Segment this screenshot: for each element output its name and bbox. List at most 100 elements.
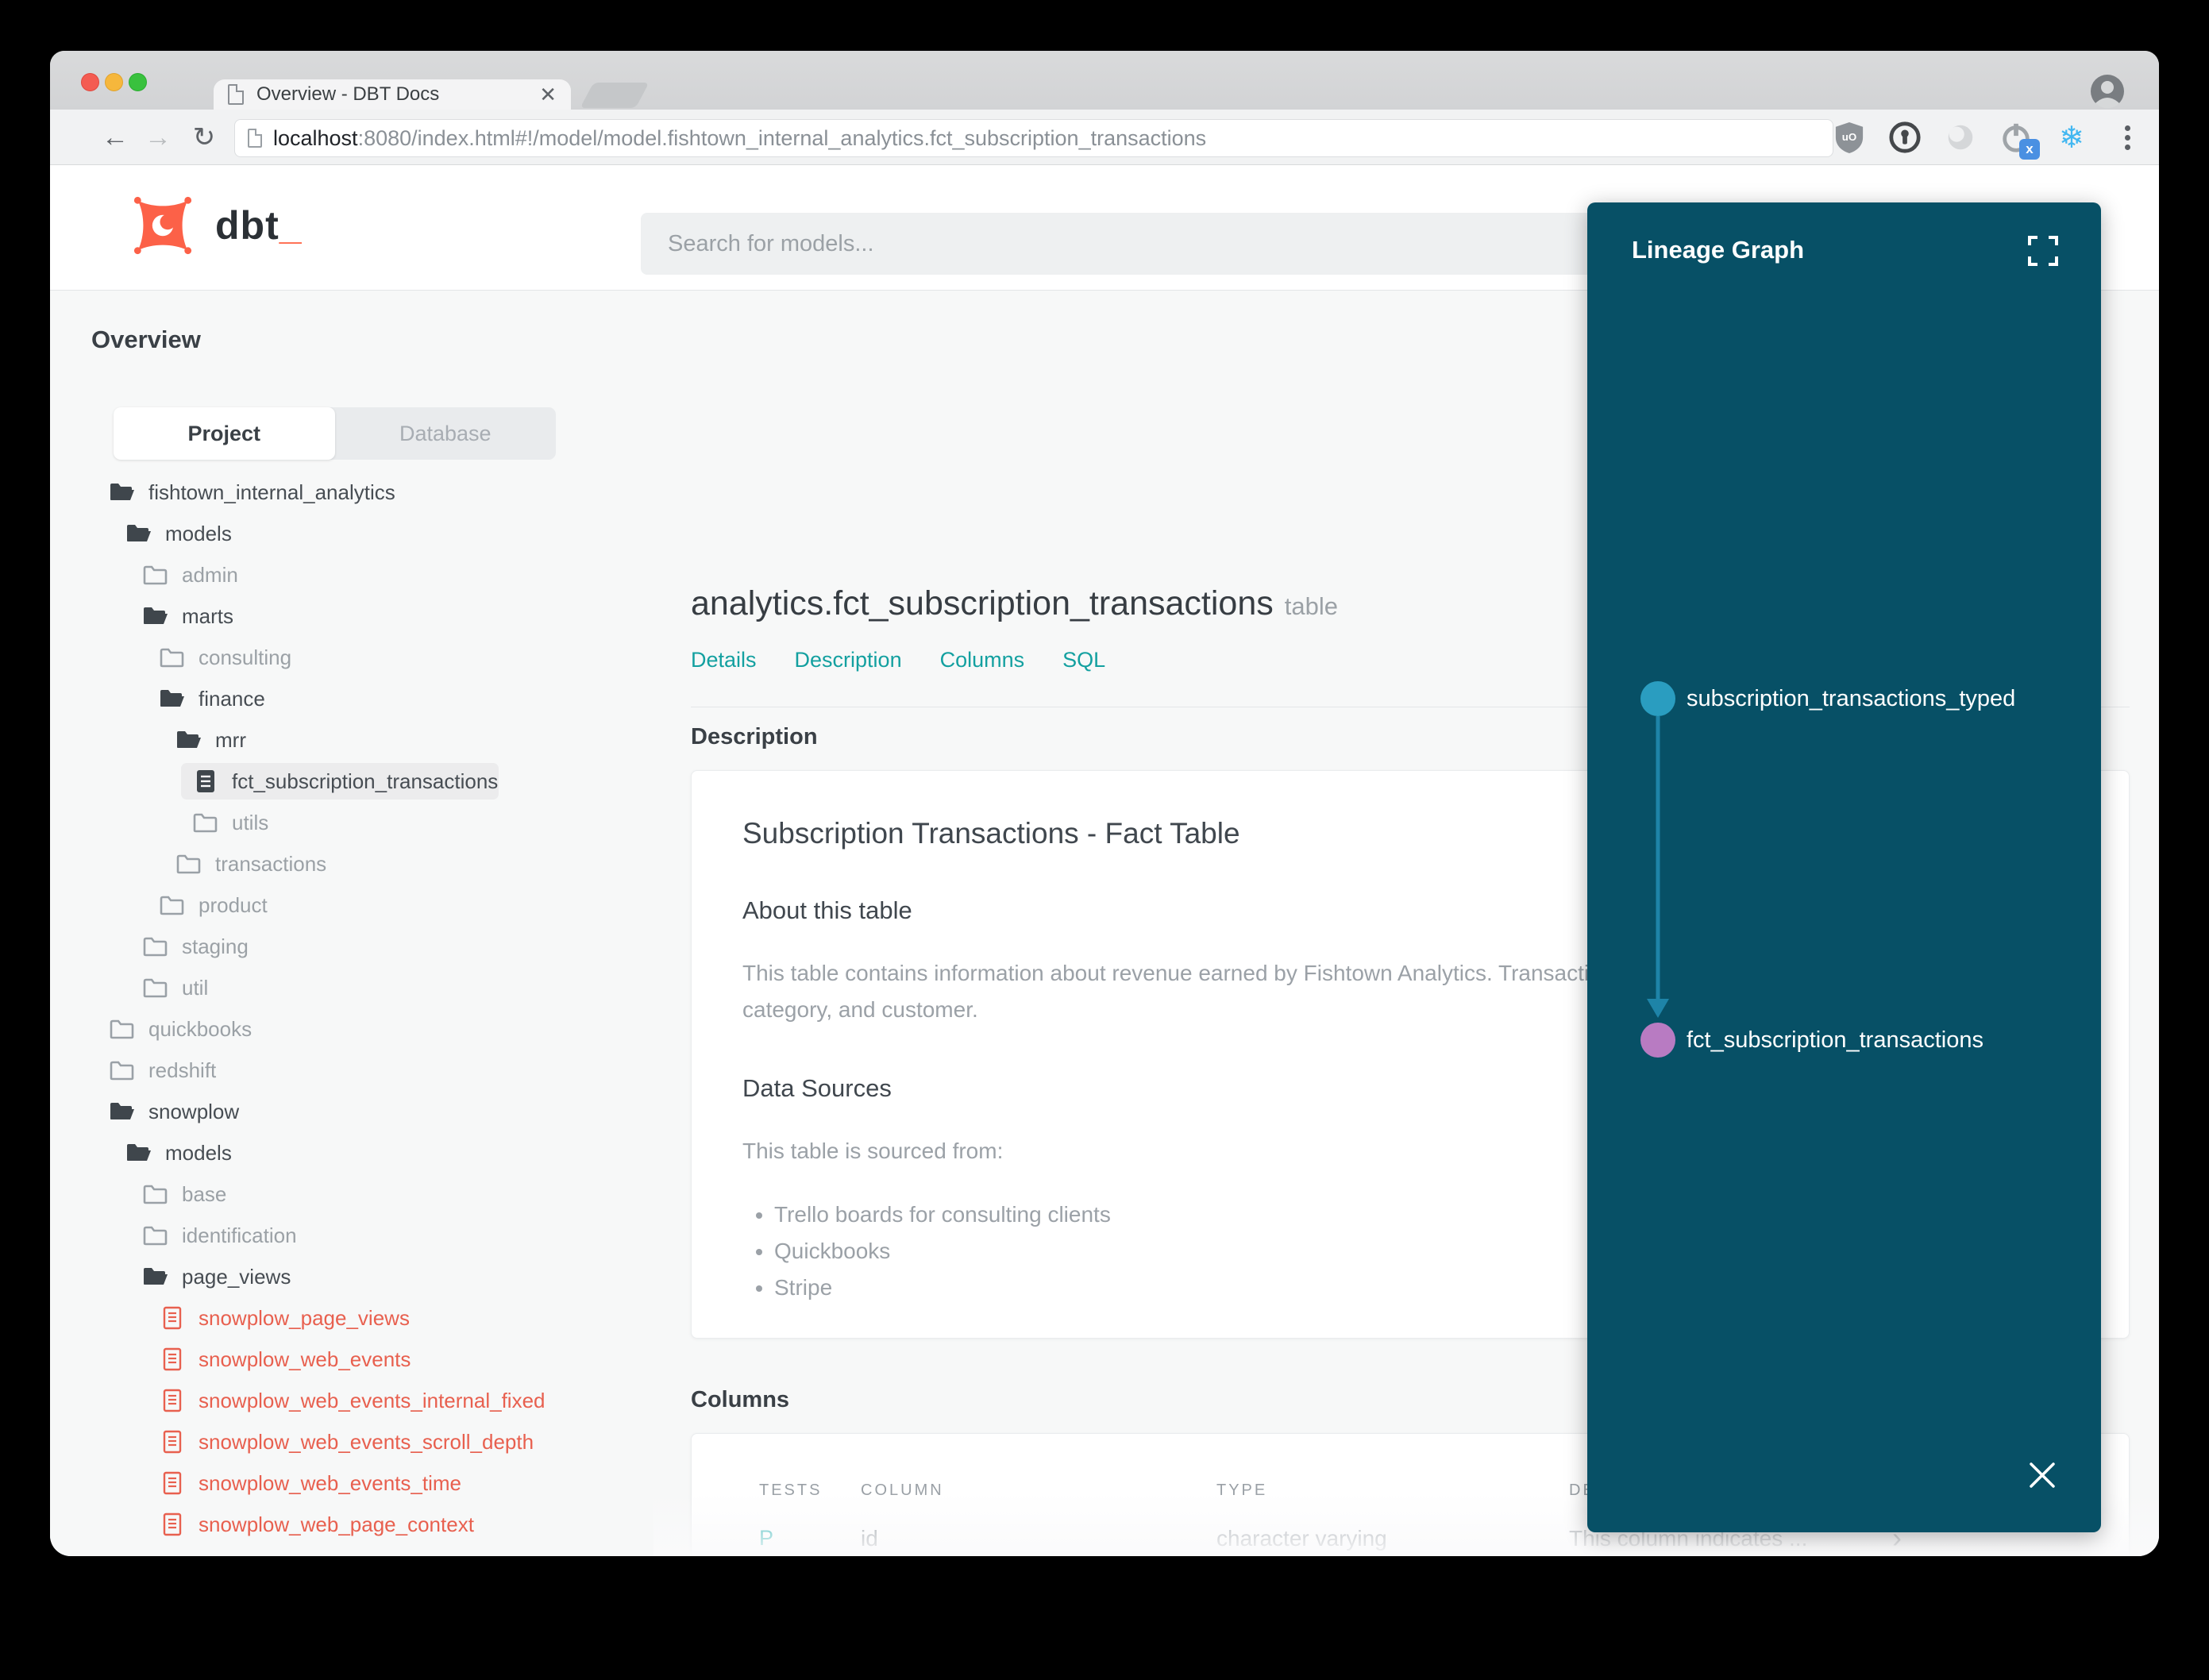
folder-closed-icon <box>110 1019 134 1039</box>
tree-item-label: snowplow <box>148 1099 240 1123</box>
logo-text: dbt <box>215 203 279 248</box>
tree-item-quickbooks[interactable]: quickbooks <box>50 1008 642 1050</box>
columns-section-label: Columns <box>691 1387 790 1412</box>
folder-open-icon <box>160 690 184 707</box>
tree-item-label: snowplow_web_events_time <box>199 1470 461 1495</box>
minimize-window-button[interactable] <box>105 73 123 91</box>
tree-item-mrr[interactable]: mrr <box>50 719 642 761</box>
tree-item-label: snowplow_web_events_scroll_depth <box>199 1429 534 1454</box>
tree-item-label: redshift <box>148 1058 217 1082</box>
snowflake-extension-icon[interactable]: ❄ <box>2054 120 2089 155</box>
node-label: fct_subscription_transactions <box>1687 1027 1983 1053</box>
nav-link-columns[interactable]: Columns <box>940 648 1025 672</box>
folder-open-icon <box>110 484 134 500</box>
tree-item-snowplow_web_events[interactable]: snowplow_web_events <box>50 1339 642 1380</box>
tree-item-label: models <box>165 1140 232 1165</box>
lineage-node-subscription_transactions_typed[interactable]: subscription_transactions_typed <box>1640 681 2015 716</box>
sidebar-overview-title: Overview <box>91 326 201 353</box>
tree-item-label: page_views <box>182 1264 291 1289</box>
tree-item-label: fct_subscription_transactions <box>232 769 499 793</box>
tree-item-label: mrr <box>215 727 246 752</box>
tree-item-snowplow_page_views[interactable]: snowplow_page_views <box>50 1297 642 1339</box>
folder-closed-icon <box>143 565 168 585</box>
tree-item-snowplow_web_events_internal_fixed[interactable]: snowplow_web_events_internal_fixed <box>50 1380 642 1421</box>
file-icon <box>163 1389 182 1412</box>
tree-item-label: admin <box>182 562 238 587</box>
dbt-logo-icon <box>133 196 192 255</box>
folder-closed-icon <box>143 1226 168 1246</box>
gray-circle-extension-icon[interactable] <box>1943 120 1978 155</box>
tree-item-consulting[interactable]: consulting <box>50 637 642 678</box>
browser-menu-icon[interactable] <box>2110 120 2145 155</box>
file-icon <box>163 1430 182 1454</box>
url-bar[interactable]: localhost:8080/index.html#!/model/model.… <box>234 119 1833 157</box>
dbt-logo[interactable]: dbt _ <box>128 191 302 260</box>
power-extension-icon[interactable]: x <box>1999 120 2040 160</box>
description-section-label: Description <box>691 724 818 749</box>
reload-button[interactable]: ↻ <box>187 120 222 155</box>
nav-link-details[interactable]: Details <box>691 648 757 672</box>
tree-item-label: fishtown_internal_analytics <box>148 480 395 504</box>
tree-item-label: snowplow_web_events_internal_fixed <box>199 1388 546 1412</box>
folder-open-icon <box>144 1268 168 1285</box>
logo-underscore: _ <box>279 203 302 248</box>
tree-item-util[interactable]: util <box>50 967 642 1008</box>
tree-item-models[interactable]: models <box>50 513 642 554</box>
folder-closed-icon <box>160 648 184 668</box>
close-window-button[interactable] <box>81 73 99 91</box>
tab-close-icon[interactable]: ✕ <box>539 83 557 107</box>
tree-item-base[interactable]: base <box>50 1173 642 1215</box>
file-icon <box>163 1306 182 1330</box>
folder-closed-icon <box>110 1061 134 1081</box>
tree-item-snowplow[interactable]: snowplow <box>50 1091 642 1132</box>
tree-item-identification[interactable]: identification <box>50 1215 642 1256</box>
browser-tabstrip: Overview - DBT Docs ✕ <box>50 51 2159 110</box>
tree-item-models[interactable]: models <box>50 1132 642 1173</box>
folder-closed-icon <box>193 813 218 833</box>
tree-item-snowplow_web_page_context[interactable]: snowplow_web_page_context <box>50 1504 642 1545</box>
folder-closed-icon <box>143 1185 168 1204</box>
ublock-extension-icon[interactable]: uO <box>1832 120 1867 155</box>
tree-item-label: utils <box>232 810 269 834</box>
file-icon <box>197 770 214 792</box>
lineage-edge <box>1647 716 1669 1018</box>
tree-item-utils[interactable]: utils <box>50 802 642 843</box>
tree-item-snowplow_web_events_scroll_depth[interactable]: snowplow_web_events_scroll_depth <box>50 1421 642 1462</box>
tab-database[interactable]: Database <box>335 407 557 460</box>
file-icon <box>163 1512 182 1536</box>
back-button[interactable]: ← <box>98 120 133 155</box>
tree-item-redshift[interactable]: redshift <box>50 1050 642 1091</box>
tree-item-page_views[interactable]: page_views <box>50 1256 642 1297</box>
tab-title: Overview - DBT Docs <box>256 83 440 105</box>
zoom-window-button[interactable] <box>129 73 147 91</box>
tree-item-label: models <box>165 521 232 545</box>
section-nav: Details Description Columns SQL <box>691 648 1105 672</box>
tree-item-fct_subscription_transactions[interactable]: fct_subscription_transactions <box>50 761 642 802</box>
tree-item-admin[interactable]: admin <box>50 554 642 595</box>
tree-item-label: transactions <box>215 851 327 876</box>
folder-closed-icon <box>143 937 168 957</box>
tab-project[interactable]: Project <box>114 407 335 460</box>
lineage-node-fct_subscription_transactions[interactable]: fct_subscription_transactions <box>1640 1023 1983 1058</box>
tree-item-finance[interactable]: finance <box>50 678 642 719</box>
tree-item-product[interactable]: product <box>50 884 642 926</box>
lineage-panel: Lineage Graph subscription_transactions_… <box>1587 202 2101 1532</box>
tree-item-label: identification <box>182 1223 297 1247</box>
profile-avatar-icon[interactable] <box>2089 73 2126 110</box>
nav-link-description[interactable]: Description <box>795 648 902 672</box>
tree-item-fishtown_internal_analytics[interactable]: fishtown_internal_analytics <box>50 472 642 513</box>
folder-open-icon <box>127 1144 151 1161</box>
new-tab-button[interactable] <box>580 83 650 108</box>
node-dot <box>1640 1023 1675 1058</box>
nav-link-sql[interactable]: SQL <box>1062 648 1105 672</box>
tree-item-transactions[interactable]: transactions <box>50 843 642 884</box>
forward-button[interactable]: → <box>141 120 175 155</box>
tree-item-staging[interactable]: staging <box>50 926 642 967</box>
tree-item-label: util <box>182 975 209 1000</box>
onepassword-extension-icon[interactable] <box>1887 120 1922 155</box>
tree-item-label: snowplow_page_views <box>199 1305 410 1330</box>
tree-item-snowplow_web_events_time[interactable]: snowplow_web_events_time <box>50 1462 642 1504</box>
lineage-close-icon[interactable] <box>2025 1458 2060 1493</box>
tree-item-marts[interactable]: marts <box>50 595 642 637</box>
browser-tab[interactable]: Overview - DBT Docs ✕ <box>214 79 571 110</box>
